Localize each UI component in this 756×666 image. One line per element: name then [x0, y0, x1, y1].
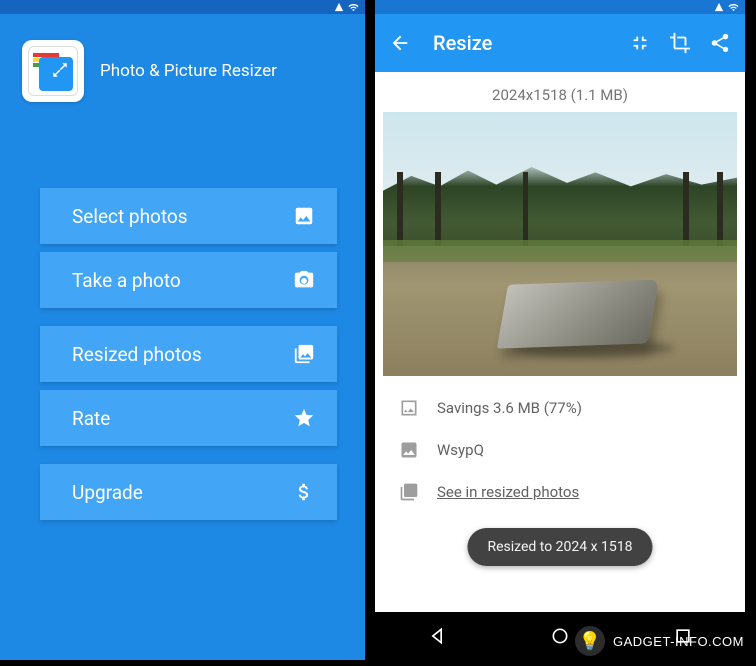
- savings-text: Savings 3.6 MB (77%): [437, 399, 582, 417]
- savings-row: Savings 3.6 MB (77%): [399, 398, 721, 418]
- resize-icon: [39, 57, 73, 91]
- photo-icon: [293, 205, 315, 227]
- upgrade-button[interactable]: Upgrade: [40, 464, 337, 520]
- home-screen: Photo & Picture Resizer Select photos Ta…: [0, 0, 365, 660]
- app-title: Photo & Picture Resizer: [100, 61, 277, 81]
- image-compress-icon: [399, 398, 419, 418]
- crop-icon[interactable]: [669, 32, 691, 54]
- status-bar: [375, 0, 745, 14]
- app-header: Photo & Picture Resizer: [0, 14, 365, 118]
- app-icon: [22, 40, 84, 102]
- filename-row: WsypQ: [399, 440, 721, 460]
- filename-text: WsypQ: [437, 441, 484, 459]
- take-photo-button[interactable]: Take a photo: [40, 252, 337, 308]
- toolbar: Resize: [375, 14, 745, 72]
- toolbar-title: Resize: [433, 31, 611, 55]
- rate-button[interactable]: Rate: [40, 390, 337, 446]
- star-icon: [293, 407, 315, 429]
- button-label: Upgrade: [72, 481, 143, 504]
- status-bar: [0, 0, 365, 14]
- fullscreen-exit-icon[interactable]: [629, 32, 651, 54]
- wifi-icon: [728, 2, 739, 13]
- resized-photos-button[interactable]: Resized photos: [40, 326, 337, 382]
- watermark: 💡 Gadget-Info.com: [575, 626, 744, 656]
- photo-preview[interactable]: [383, 112, 737, 376]
- button-label: Rate: [72, 407, 110, 430]
- nav-back[interactable]: [407, 626, 467, 646]
- status-icon: [714, 2, 724, 12]
- toast-message: Resized to 2024 x 1518: [467, 528, 652, 566]
- dimension-label: 2024x1518 (1.1 MB): [383, 82, 737, 112]
- image-icon: [399, 440, 419, 460]
- resize-screen: Resize 2024x1518 (1.1 MB) Savings 3.6 MB…: [375, 0, 745, 660]
- watermark-text: Gadget-Info.com: [613, 634, 744, 649]
- watermark-logo: 💡: [575, 626, 605, 656]
- see-resized-link[interactable]: See in resized photos: [437, 483, 579, 501]
- button-label: Select photos: [72, 205, 188, 228]
- share-icon[interactable]: [709, 32, 731, 54]
- gallery-icon: [293, 343, 315, 365]
- wifi-icon: [348, 2, 359, 13]
- camera-icon: [293, 269, 315, 291]
- gallery-icon: [399, 482, 419, 502]
- see-link-row: See in resized photos: [399, 482, 721, 502]
- button-label: Take a photo: [72, 269, 181, 292]
- back-icon[interactable]: [389, 32, 411, 54]
- status-icon: [334, 2, 344, 12]
- button-label: Resized photos: [72, 343, 202, 366]
- dollar-icon: [293, 481, 315, 503]
- main-menu: Select photos Take a photo Resized photo…: [0, 118, 365, 520]
- select-photos-button[interactable]: Select photos: [40, 188, 337, 244]
- info-rows: Savings 3.6 MB (77%) WsypQ See in resize…: [383, 376, 737, 502]
